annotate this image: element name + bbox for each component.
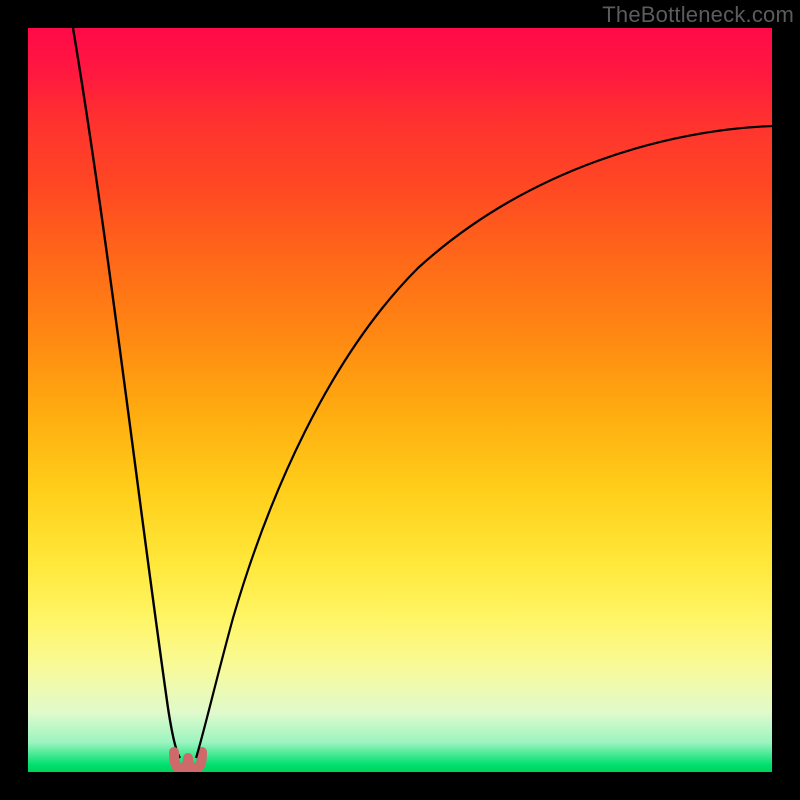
curve-left-branch (73, 28, 180, 758)
plot-frame (28, 28, 772, 772)
curve-right-branch (196, 126, 772, 758)
bottleneck-curve (28, 28, 772, 772)
watermark-text: TheBottleneck.com (602, 2, 794, 28)
